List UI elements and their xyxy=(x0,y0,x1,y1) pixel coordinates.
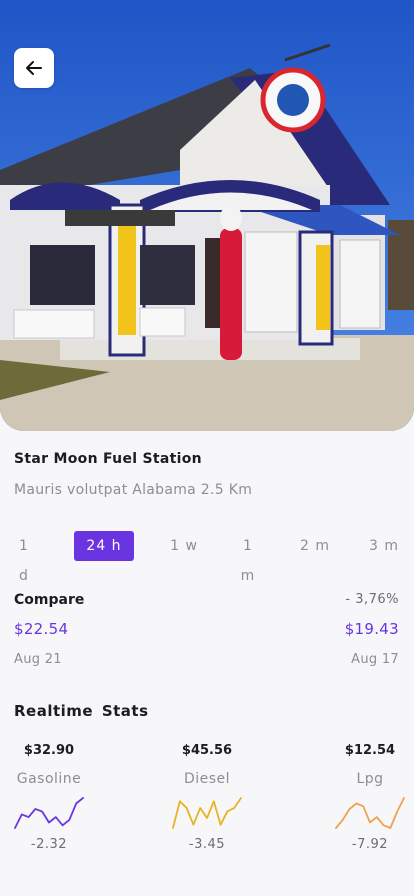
sparkline-path xyxy=(335,797,405,829)
sparkline-path xyxy=(172,797,242,829)
back-button[interactable] xyxy=(14,48,54,88)
station-location: Mauris volutpat Alabama 2.5 Km xyxy=(14,482,253,498)
compare-right-date: Aug 17 xyxy=(351,652,399,667)
station-photo xyxy=(0,0,414,431)
diesel-sparkline xyxy=(172,797,242,829)
realtime-stats-title: Realtime Stats xyxy=(14,702,149,720)
time-range-selector: 1 d 24 h 1 w 1 m 2 m 3 m xyxy=(14,531,400,584)
stat-price: $32.90 xyxy=(23,743,75,758)
stat-lpg[interactable]: $12.54 Lpg -7.92 xyxy=(310,743,414,852)
sparkline-path xyxy=(14,797,84,829)
stat-name: Gasoline xyxy=(16,771,82,787)
stat-change: -3.45 xyxy=(188,837,226,852)
stat-change: -7.92 xyxy=(351,837,389,852)
stat-diesel[interactable]: $45.56 Diesel -3.45 xyxy=(147,743,267,852)
range-2m[interactable]: 2 m xyxy=(300,531,330,561)
stat-price: $45.56 xyxy=(181,743,233,758)
stat-name: Lpg xyxy=(356,771,384,787)
gasoline-sparkline xyxy=(14,797,84,829)
arrow-left-icon xyxy=(26,61,42,75)
compare-right-price: $19.43 xyxy=(344,620,399,638)
stat-name: Diesel xyxy=(183,771,231,787)
lpg-sparkline xyxy=(335,797,405,829)
compare-left-price: $22.54 xyxy=(14,620,69,638)
station-name: Star Moon Fuel Station xyxy=(14,451,202,467)
range-1m[interactable]: 1 m xyxy=(234,531,262,584)
compare-label: Compare xyxy=(14,592,85,608)
gas-station-illustration xyxy=(0,0,414,431)
range-24h[interactable]: 24 h xyxy=(74,531,134,561)
compare-change: - 3,76% xyxy=(345,592,399,607)
range-3m[interactable]: 3 m xyxy=(368,531,400,561)
range-1d[interactable]: 1 d xyxy=(14,531,34,584)
stat-change: -2.32 xyxy=(30,837,68,852)
stat-price: $12.54 xyxy=(344,743,396,758)
compare-left-date: Aug 21 xyxy=(14,652,62,667)
range-1w[interactable]: 1 w xyxy=(170,531,198,561)
stat-gasoline[interactable]: $32.90 Gasoline -2.32 xyxy=(0,743,109,852)
